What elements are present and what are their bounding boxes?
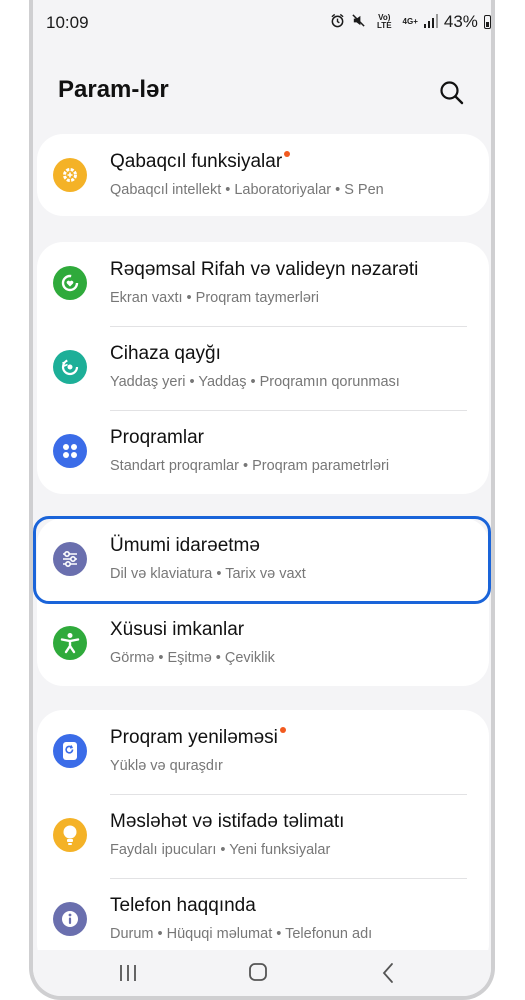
screen: 10:09 Vo) LTE 4G+ 43% Param-lər Qabaqcıl…: [33, 0, 491, 996]
item-title: Rəqəmsal Rifah və valideyn nəzarəti: [110, 259, 419, 280]
settings-item-software-update[interactable]: Proqram yeniləməsi Yüklə və quraşdır: [37, 710, 489, 794]
signal-icon: [423, 13, 438, 31]
settings-item-device-care[interactable]: Cihaza qayğı Yaddaş yeri • Yaddaş • Proq…: [37, 326, 489, 410]
battery-percent: 43%: [443, 12, 478, 31]
item-title: Cihaza qayğı: [110, 343, 221, 364]
volte-label: Vo) LTE: [377, 13, 392, 30]
navigation-bar: [33, 950, 491, 996]
settings-group-2: Rəqəmsal Rifah və valideyn nəzarəti Ekra…: [37, 242, 489, 494]
home-button[interactable]: [243, 960, 273, 986]
item-title: Qabaqcıl funksiyalar: [110, 151, 283, 172]
new-badge-dot: [284, 151, 291, 157]
back-button[interactable]: [373, 960, 403, 986]
recent-apps-icon: [120, 965, 136, 981]
status-icons: Vo) LTE 4G+ 43%: [330, 12, 491, 32]
item-title: Xüsusi imkanlar: [110, 619, 245, 640]
heart-circle-icon: [53, 266, 87, 300]
settings-item-accessibility[interactable]: Xüsusi imkanlar Görmə • Eşitmə • Çevikli…: [37, 602, 489, 686]
info-icon: [53, 902, 87, 936]
item-title: Proqramlar: [110, 427, 204, 448]
status-time: 10:09: [46, 13, 89, 32]
page-title: Param-lər: [58, 76, 169, 103]
recent-apps-button[interactable]: [113, 960, 143, 986]
item-title: Proqram yeniləməsi: [110, 727, 278, 748]
accessibility-icon: [53, 626, 87, 660]
settings-item-advanced-features[interactable]: Qabaqcıl funksiyalar Qabaqcıl intellekt …: [37, 134, 489, 218]
settings-item-digital-wellbeing[interactable]: Rəqəmsal Rifah və valideyn nəzarəti Ekra…: [37, 242, 489, 326]
gear-plus-icon: [53, 158, 87, 192]
status-bar: 10:09 Vo) LTE 4G+ 43%: [33, 0, 491, 44]
search-icon: [440, 81, 464, 105]
settings-group-4: Proqram yeniləməsi Yüklə və quraşdır Məs…: [37, 710, 489, 970]
item-subtitle: Görmə • Eşitmə • Çeviklik: [110, 650, 275, 666]
item-subtitle: Yaddaş yeri • Yaddaş • Proqramın qorunma…: [110, 374, 400, 390]
update-icon: [53, 734, 87, 768]
refresh-circle-icon: [53, 350, 87, 384]
item-subtitle: Qabaqcıl intellekt • Laboratoriyalar • S…: [110, 182, 384, 198]
mute-icon: [351, 13, 366, 31]
settings-item-tips[interactable]: Məsləhət və istifadə təlimatı Faydalı ip…: [37, 794, 489, 878]
item-subtitle: Faydalı ipucuları • Yeni funksiyalar: [110, 842, 331, 858]
search-button[interactable]: [437, 78, 467, 108]
item-title: Telefon haqqında: [110, 895, 256, 916]
highlight-outline: [33, 516, 491, 604]
back-icon: [382, 963, 393, 983]
item-subtitle: Durum • Hüquqi məlumat • Telefonun adı: [110, 926, 373, 942]
item-subtitle: Ekran vaxtı • Proqram taymerləri: [110, 290, 319, 306]
alarm-icon: [330, 13, 345, 31]
lightbulb-icon: [53, 818, 87, 852]
item-subtitle: Yüklə və quraşdır: [110, 758, 223, 774]
item-subtitle: Standart proqramlar • Proqram parametrlə…: [110, 458, 390, 474]
home-icon: [249, 963, 267, 981]
network-label: 4G+: [402, 17, 418, 26]
settings-group-1: Qabaqcıl funksiyalar Qabaqcıl intellekt …: [37, 134, 489, 216]
battery-icon: [483, 15, 491, 29]
item-title: Məsləhət və istifadə təlimatı: [110, 811, 345, 832]
settings-item-apps[interactable]: Proqramlar Standart proqramlar • Proqram…: [37, 410, 489, 494]
apps-grid-icon: [53, 434, 87, 468]
new-badge-dot: [279, 727, 286, 733]
